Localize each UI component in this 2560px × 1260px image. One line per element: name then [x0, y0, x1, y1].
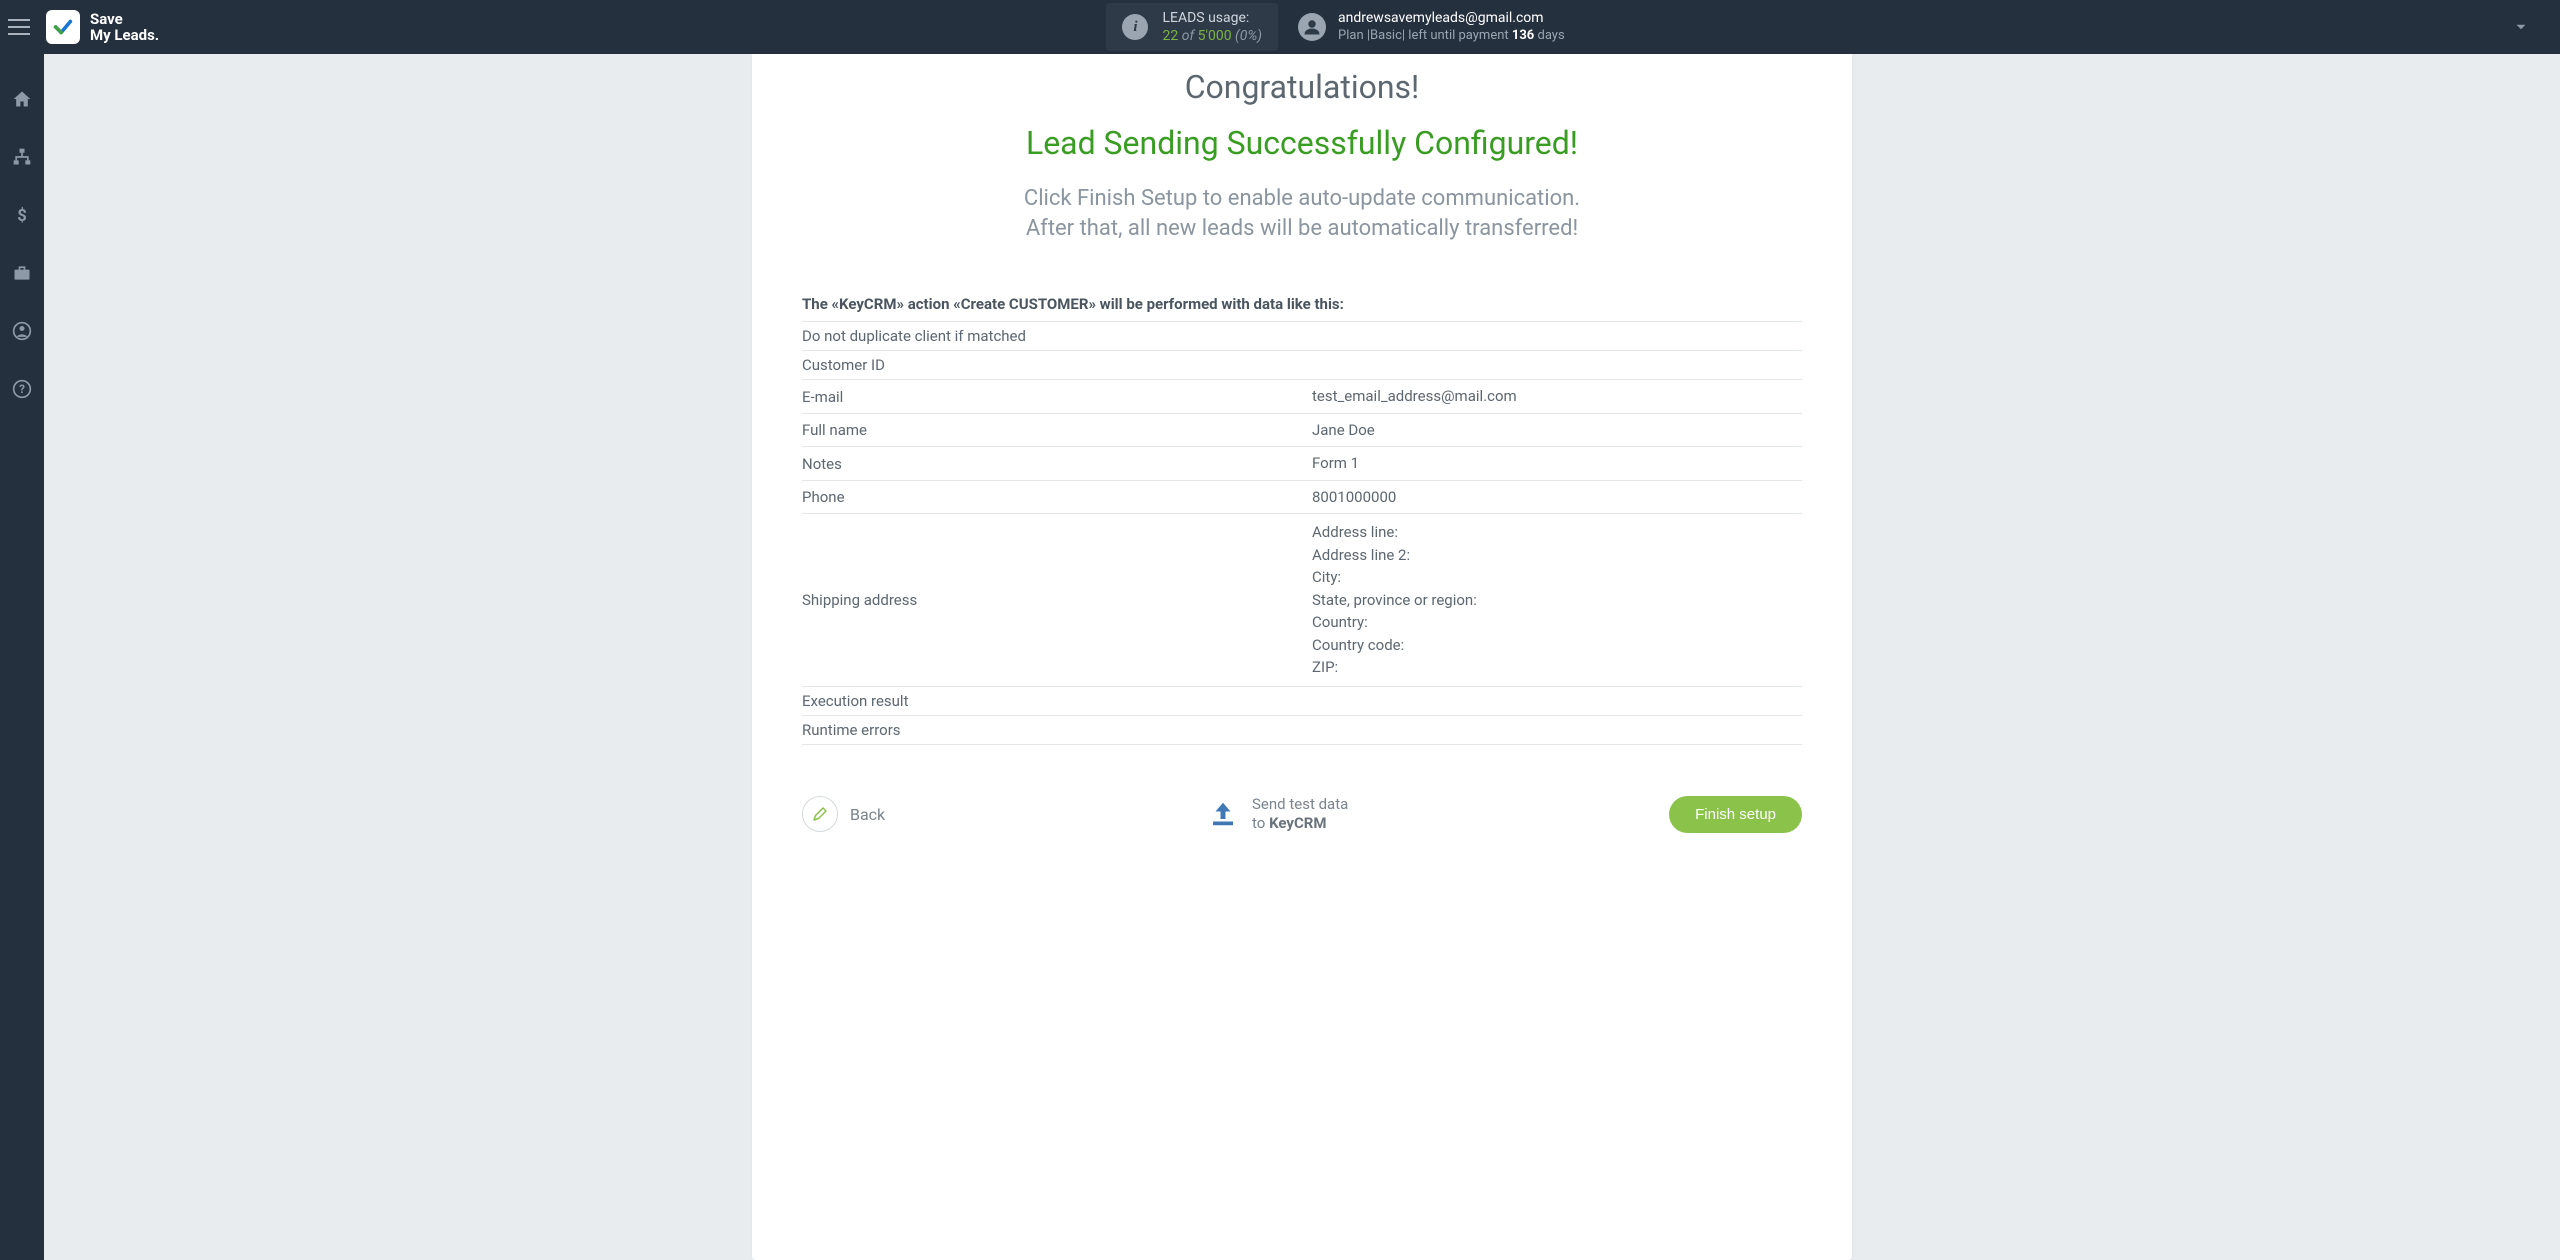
leads-usage-values: 22 of 5'000 (0%) [1162, 27, 1262, 45]
setup-complete-card: Congratulations! Lead Sending Successful… [752, 54, 1852, 1260]
table-row: Do not duplicate client if matched [802, 322, 1802, 351]
user-circle-icon [12, 321, 32, 341]
main-content: Congratulations! Lead Sending Successful… [44, 54, 2560, 1260]
pencil-icon [811, 805, 829, 823]
question-icon: ? [12, 379, 32, 399]
table-row: Notes Form 1 [802, 447, 1802, 481]
footer-actions: Back Send test data to KeyCRM Finish set… [802, 787, 1802, 834]
back-label: Back [850, 805, 885, 824]
brand-name: Save My Leads. [90, 11, 159, 44]
sidebar-item-home[interactable] [0, 84, 44, 114]
congrats-heading: Congratulations! [802, 68, 1802, 106]
sidebar-item-business[interactable] [0, 258, 44, 288]
briefcase-icon [12, 263, 32, 283]
action-description: The «KeyCRM» action «Create CUSTOMER» wi… [802, 295, 1802, 322]
upload-icon [1206, 799, 1240, 829]
info-icon: i [1122, 14, 1148, 40]
back-button[interactable]: Back [802, 796, 885, 832]
instruction-text: Click Finish Setup to enable auto-update… [802, 184, 1802, 243]
avatar [1298, 13, 1326, 41]
send-test-line1: Send test data [1252, 795, 1348, 815]
brand-logo[interactable] [46, 10, 80, 44]
leads-usage-panel[interactable]: i LEADS usage: 22 of 5'000 (0%) [1106, 3, 1278, 51]
top-header: Save My Leads. i LEADS usage: 22 of 5'00… [0, 0, 2560, 54]
sitemap-icon [12, 147, 32, 167]
sidebar-item-billing[interactable]: $ [0, 200, 44, 230]
leads-usage-label: LEADS usage: [1162, 9, 1262, 27]
table-row: Runtime errors [802, 716, 1802, 745]
user-email: andrewsavemyleads@gmail.com [1338, 9, 1565, 27]
header-collapse-button[interactable] [2512, 18, 2540, 36]
menu-toggle-button[interactable] [8, 13, 36, 41]
user-plan: Plan |Basic| left until payment 136 days [1338, 28, 1565, 45]
send-test-button[interactable]: Send test data to KeyCRM [1206, 795, 1348, 834]
user-account-block[interactable]: andrewsavemyleads@gmail.com Plan |Basic|… [1298, 9, 1565, 44]
dollar-icon: $ [12, 205, 32, 225]
sidebar-nav: $ ? [0, 54, 44, 1260]
send-test-line2: to KeyCRM [1252, 814, 1348, 834]
table-row: Execution result [802, 687, 1802, 716]
table-row: Full name Jane Doe [802, 414, 1802, 448]
svg-text:$: $ [17, 207, 27, 225]
checkmark-icon [52, 16, 74, 38]
user-icon [1303, 18, 1321, 36]
table-row: Phone 8001000000 [802, 481, 1802, 515]
sidebar-item-help[interactable]: ? [0, 374, 44, 404]
sidebar-item-account[interactable] [0, 316, 44, 346]
table-row: Shipping address Address line: Address l… [802, 514, 1802, 687]
preview-data-table: Do not duplicate client if matched Custo… [802, 322, 1802, 745]
table-row: Customer ID [802, 351, 1802, 380]
sidebar-item-connections[interactable] [0, 142, 44, 172]
home-icon [12, 89, 32, 109]
success-heading: Lead Sending Successfully Configured! [802, 124, 1802, 162]
chevron-down-icon [2512, 18, 2530, 36]
svg-text:?: ? [19, 382, 25, 396]
table-row: E-mail test_email_address@mail.com [802, 380, 1802, 414]
finish-setup-button[interactable]: Finish setup [1669, 796, 1802, 833]
